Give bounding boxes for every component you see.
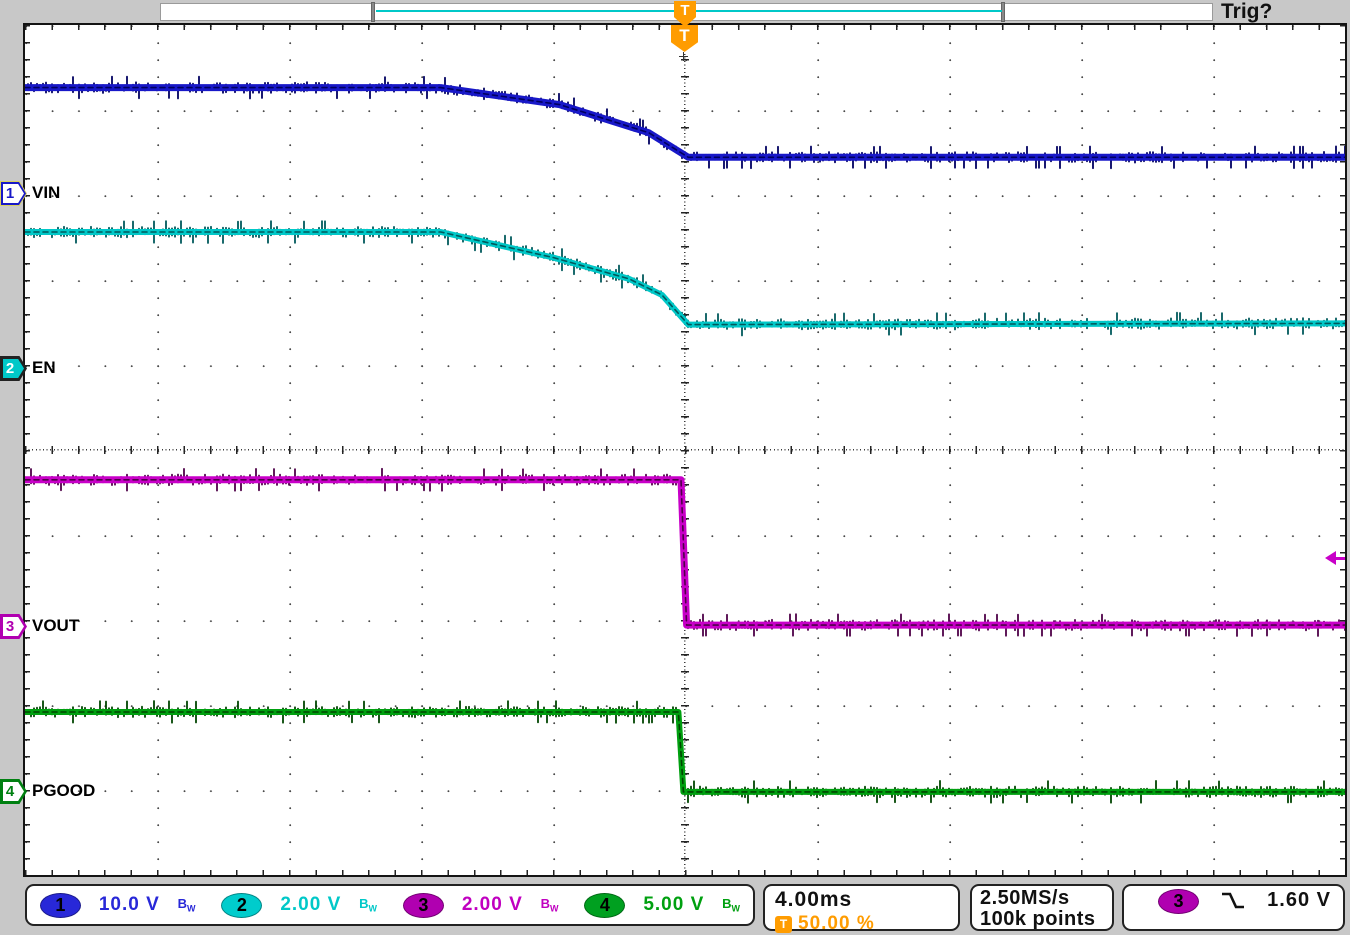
time-per-div: 4.00ms xyxy=(775,888,958,912)
channel-marker-4[interactable]: 4 xyxy=(0,779,27,804)
channel-scale-value: 5.00 V xyxy=(643,894,704,916)
window-bracket-right xyxy=(1001,2,1005,22)
marker-number: 2 xyxy=(0,356,20,381)
record-length: 100k points xyxy=(980,909,1112,930)
channel-label-pgood: PGOOD xyxy=(32,779,95,803)
trigger-mini-icon: T xyxy=(775,916,792,933)
bandwidth-limit-badge: BW xyxy=(359,896,377,914)
trigger-source-badge: 3 xyxy=(1158,889,1199,914)
sample-rate: 2.50MS/s xyxy=(980,888,1112,909)
oscilloscope-screen: T Trig? T VINENVOUTPGOOD 1234 110.0 VBW2… xyxy=(0,0,1350,933)
trigger-position-percent: 50.00 % xyxy=(798,913,875,935)
trace-path xyxy=(25,88,1345,158)
trace-path xyxy=(25,480,1345,625)
channel-readout-bar: 1 10.0 V BW 2 2.00 V BW 3 2.00 V BW 4 5.00 V BW xyxy=(25,884,755,926)
trigger-readout-box[interactable]: 3 1.60 V xyxy=(1122,884,1345,931)
trace-path xyxy=(25,232,1345,325)
channel-badge-4: 4 xyxy=(584,893,625,918)
channel-scale-value: 10.0 V xyxy=(99,894,160,916)
channel-label-vin: VIN xyxy=(32,181,60,205)
channel-badge-3: 3 xyxy=(403,893,444,918)
trace-path xyxy=(25,232,1345,325)
marker-number: 4 xyxy=(0,779,20,804)
channel-label-vout: VOUT xyxy=(32,614,79,638)
channel-readout-3[interactable]: 3 2.00 V BW xyxy=(390,893,572,918)
channel-label-en: EN xyxy=(32,356,56,380)
channel-readout-4[interactable]: 4 5.00 V BW xyxy=(572,893,754,918)
channel-badge-1: 1 xyxy=(40,893,81,918)
channel-readout-1[interactable]: 1 10.0 V BW xyxy=(27,893,209,918)
top-bar: T Trig? xyxy=(0,0,1350,23)
channel-badge-2: 2 xyxy=(221,893,262,918)
trigger-point-cross-icon xyxy=(679,52,688,61)
trigger-level-value: 1.60 V xyxy=(1267,889,1331,912)
trace-path xyxy=(25,712,1345,792)
channel-marker-1[interactable]: 1 xyxy=(0,181,27,206)
bandwidth-limit-badge: BW xyxy=(541,896,559,914)
trigger-level-arrow-tail xyxy=(1335,557,1345,560)
waveform-traces xyxy=(25,25,1345,875)
graticule: T VINENVOUTPGOOD xyxy=(23,23,1347,877)
bandwidth-limit-badge: BW xyxy=(722,896,740,914)
channel-readout-2[interactable]: 2 2.00 V BW xyxy=(209,893,391,918)
acquisition-readout-box[interactable]: 2.50MS/s 100k points xyxy=(970,884,1114,931)
marker-number: 3 xyxy=(0,614,20,639)
horizontal-readout-box[interactable]: 4.00ms T 50.00 % xyxy=(763,884,960,931)
channel-scale-value: 2.00 V xyxy=(462,894,523,916)
window-bracket-left xyxy=(371,2,375,22)
trace-path xyxy=(25,88,1345,158)
trigger-status-label: Trig? xyxy=(1221,0,1272,24)
falling-edge-icon xyxy=(1221,892,1245,915)
trigger-level-arrow[interactable] xyxy=(1325,551,1345,565)
marker-number: 1 xyxy=(0,181,20,206)
channel-marker-2[interactable]: 2 xyxy=(0,356,27,381)
channel-marker-3[interactable]: 3 xyxy=(0,614,27,639)
channel-scale-value: 2.00 V xyxy=(280,894,341,916)
bandwidth-limit-badge: BW xyxy=(178,896,196,914)
